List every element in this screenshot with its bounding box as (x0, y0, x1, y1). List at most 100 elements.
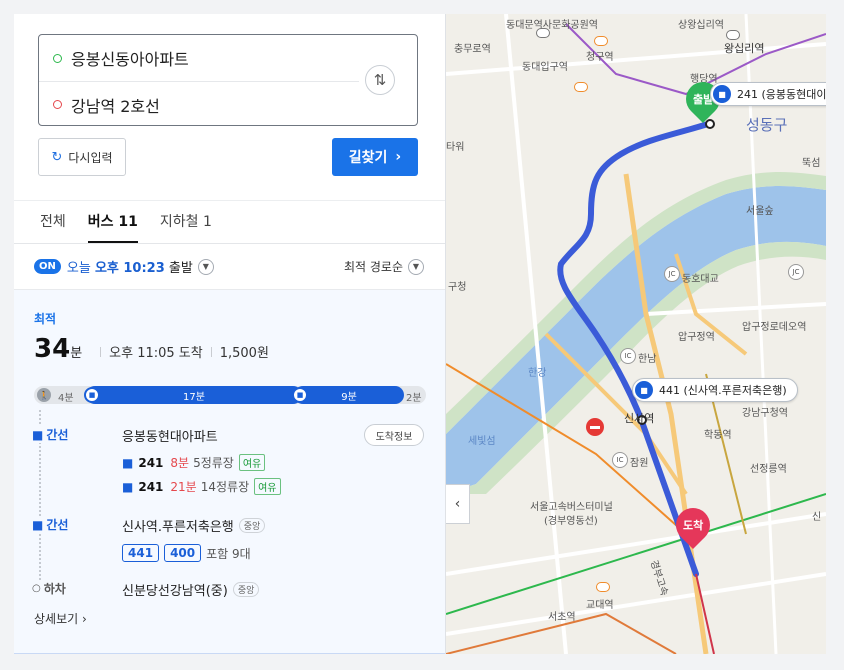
refresh-icon: ↻ (51, 149, 63, 165)
fare: 1,500원 (219, 346, 269, 361)
map-label: 서울고속버스터미널 (530, 502, 613, 513)
total-minutes: 34 (34, 334, 71, 364)
map-label: 동대입구역 (522, 62, 568, 73)
station-marker (574, 82, 588, 92)
origin-dot-icon (53, 53, 62, 63)
route-panel: 응봉신동아아파트 강남역 2호선 ⇅ ↻ 다시입력 길찾기 › 전체 버스 11… (14, 14, 446, 654)
subway-line (446, 493, 826, 615)
road (446, 42, 826, 76)
step2-stop[interactable]: 신사역.푸른저축은행 중앙 (122, 516, 266, 535)
arrival-time: 오후 11:05 도착 (109, 346, 203, 361)
bus-icon: ■ (84, 387, 100, 403)
bus-icon: ■ (292, 387, 308, 403)
bus-stop-label-1-text: 241 (응봉동현대이 (737, 88, 826, 101)
map-label: 신 (812, 512, 822, 523)
arrival-info-button[interactable]: 도착정보 (364, 424, 424, 446)
bus-icon: ■ (32, 427, 44, 442)
divider (100, 347, 102, 357)
sort-label: 최적 경로순 (343, 260, 403, 274)
depart-day: 오늘 (66, 261, 91, 276)
swap-button[interactable]: ⇅ (365, 65, 395, 95)
map-label: 서울숲 (746, 206, 774, 217)
step2-type-label: 간선 (46, 518, 69, 532)
step3-stop-name: 신분당선강남역(중) (122, 584, 228, 599)
step1-stop[interactable]: 응봉동현대아파트 (122, 426, 218, 445)
find-route-button[interactable]: 길찾기 › (332, 138, 418, 176)
step3-stop[interactable]: 신분당선강남역(중) 중앙 (122, 580, 260, 599)
extra-buses: 포함 9대 (206, 546, 251, 561)
bus-segment-2-time: 9분 (341, 391, 357, 403)
sort-selector[interactable]: 최적 경로순 ▼ (344, 258, 424, 275)
map-label: 세빛섬 (468, 436, 496, 447)
bus-stops-left: 5정류장 (193, 456, 234, 470)
destination-dot-icon (53, 100, 62, 109)
detail-label: 상세보기 (34, 612, 79, 626)
bus-eta: 8분 (170, 456, 190, 470)
map-label: 구청 (448, 282, 467, 293)
map-label: 교대역 (586, 600, 614, 611)
bus-eta: 21분 (170, 480, 197, 494)
destination-text: 강남역 2호선 (71, 96, 160, 116)
bus-icon: ■ (713, 85, 731, 103)
origin-field[interactable]: 응봉신동아아파트 (39, 35, 359, 81)
swap-icon: ⇅ (373, 71, 387, 89)
detail-link[interactable]: 상세보기 › (34, 610, 87, 627)
collapse-panel-button[interactable]: ‹ (446, 484, 470, 524)
map-label: 뚝섬 (802, 158, 821, 169)
map-label: (경부영동선) (544, 516, 598, 527)
road-closed-icon (586, 418, 604, 436)
end-marker-label: 도착 (682, 519, 704, 532)
road (744, 14, 778, 654)
transfer-bus-list: 441 400 포함 9대 (122, 544, 256, 562)
tab-subway[interactable]: 지하철 1 (160, 201, 212, 243)
map-label: 압구정역 (678, 332, 715, 343)
map-label: 서초역 (548, 612, 576, 623)
chevron-left-icon: ‹ (454, 496, 461, 512)
map-label: 신사역 (624, 412, 655, 425)
bus-arrival-row: ■ 241 21분 14정류장 여유 (122, 478, 281, 495)
station-marker (596, 582, 610, 592)
interchange-badge: JC (664, 266, 680, 282)
step1-type: ■ 간선 (32, 426, 69, 443)
bus-number: 241 (138, 479, 164, 494)
map-label: 압구정로데오역 (742, 322, 807, 333)
depart-time-selector[interactable]: 오늘 오후 10:23 출발 (67, 257, 193, 276)
walk-end-time: 2분 (406, 393, 422, 404)
search-box: 응봉신동아아파트 강남역 2호선 ⇅ (38, 34, 418, 126)
station-marker (536, 28, 550, 38)
destination-field[interactable]: 강남역 2호선 (39, 81, 359, 127)
map-view[interactable]: 동대문역사문화공원역 상왕십리역 충무로역 청구역 왕십리역 동대입구역 행당역… (446, 14, 826, 654)
bus-stops-left: 14정류장 (200, 480, 250, 494)
walk-start-time: 4분 (58, 393, 74, 404)
map-label: 상왕십리역 (678, 20, 724, 31)
station-marker (594, 36, 608, 46)
map-label: 한남 (638, 354, 657, 365)
bus-chip[interactable]: 441 (122, 544, 160, 562)
depart-bar: ON 오늘 오후 10:23 출발 ▼ 최적 경로순 ▼ (14, 244, 445, 290)
step2-stop-name: 신사역.푸른저축은행 (122, 520, 234, 535)
map-label: 한강 (528, 368, 547, 379)
route-summary: 34 분 오후 11:05 도착 1,500원 (34, 334, 269, 364)
bus-chip[interactable]: 400 (164, 544, 202, 562)
best-route-label: 최적 (34, 312, 57, 326)
divider (210, 347, 212, 357)
map-label: 타워 (446, 142, 465, 153)
map-label: 잠원 (630, 458, 649, 469)
reset-label: 다시입력 (68, 150, 113, 165)
chevron-down-icon[interactable]: ▼ (197, 258, 214, 275)
tab-bus[interactable]: 버스 11 (87, 201, 138, 243)
bus-stop-label-2[interactable]: ■ 441 (신사역.푸른저축은행) (632, 378, 798, 402)
bus-stop-label-1[interactable]: ■ 241 (응봉동현대이 (710, 82, 826, 106)
map-label: 청구역 (586, 52, 614, 63)
tab-all[interactable]: 전체 (40, 201, 66, 243)
find-route-label: 길찾기 (348, 150, 388, 166)
map-label: 선정릉역 (750, 464, 787, 475)
route-result-card[interactable]: 최적 34 분 오후 11:05 도착 1,500원 🚶 4분 17분 ■ 9분… (14, 290, 445, 654)
road (446, 572, 826, 636)
map-label: 동호대교 (682, 274, 719, 285)
seat-badge: 여유 (238, 454, 266, 471)
seat-badge: 여유 (254, 478, 281, 495)
step3-type: ○ 하차 (32, 580, 66, 597)
on-badge[interactable]: ON (34, 259, 61, 274)
reset-button[interactable]: ↻ 다시입력 (38, 138, 126, 176)
